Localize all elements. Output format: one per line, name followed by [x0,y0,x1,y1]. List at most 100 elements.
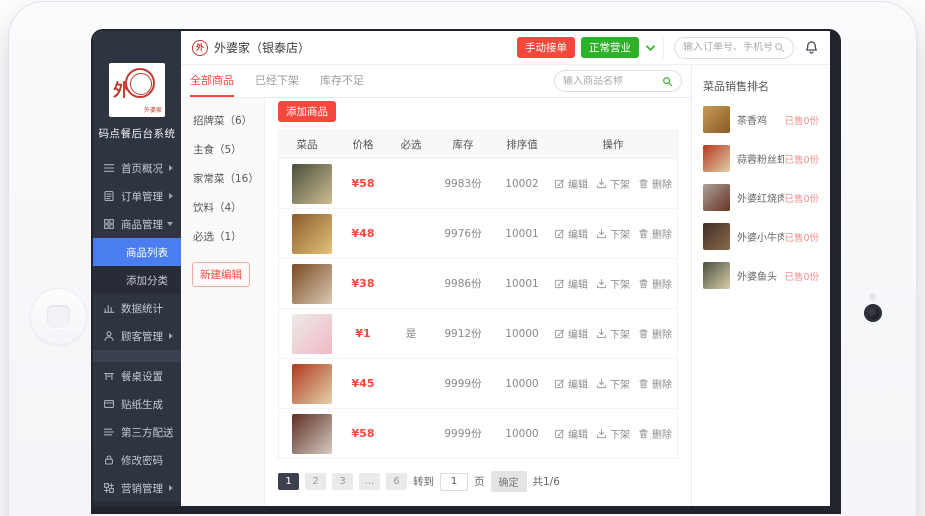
manual-order-button[interactable]: 手动接单 [517,37,575,58]
off-shelf-button[interactable]: 下架 [596,176,630,191]
sidebar-item-stickers[interactable]: 贴纸生成 [93,390,181,418]
row-actions: 编辑下架 删除 [549,326,677,341]
tab-1[interactable]: 已经下架 [255,65,299,97]
ranking-dish-name: 外婆鱼头 [737,268,784,283]
category-item[interactable]: 饮料（4） [181,194,264,223]
category-item[interactable]: 招牌菜（6） [181,107,264,136]
sidebar-item-home[interactable]: 首页概况 [93,154,181,182]
ranking-item: 蒜蓉粉丝虾已售0份 [703,145,819,172]
product-table: 菜品价格必选库存排序值操作 外婆鱼头¥589983份10002编辑下架删除茶香鸡… [278,130,678,459]
off-shelf-button[interactable]: 下架 [596,226,630,241]
category-item[interactable]: 主食（5） [181,136,264,165]
off-shelf-button[interactable]: 下架 [596,326,630,341]
action-label: 下架 [610,276,630,291]
ranking-dish-name: 蒜蓉粉丝虾 [737,151,784,166]
camera-icon [866,306,880,320]
delete-button[interactable]: 删除 [638,326,672,341]
edit-button[interactable]: 编辑 [554,376,588,391]
off-shelf-button[interactable]: 下架 [596,376,630,391]
delete-icon [638,228,650,240]
store-title: 外 外婆家（银泰店） [192,39,517,56]
edit-button[interactable]: 编辑 [554,276,588,291]
sidebar-item-tables[interactable]: 餐桌设置 [93,362,181,390]
sidebar-item-label: 顾客管理 [121,329,169,344]
page-button-6[interactable]: 6 [386,473,407,490]
page-button-3[interactable]: 3 [332,473,353,490]
sidebar-item-orders[interactable]: 订单管理 [93,182,181,210]
business-status-button[interactable]: 正常营业 [581,37,639,58]
table-icon [103,370,115,382]
orders-icon [103,190,115,202]
dish-photo [292,164,332,204]
action-label: 删除 [652,226,672,241]
dish-photo [292,414,332,454]
row-actions: 编辑下架删除 [549,176,677,191]
tab-0[interactable]: 全部商品 [190,65,234,97]
action-label: 编辑 [568,226,588,241]
store-name: 外婆家（银泰店） [214,39,310,56]
sidebar-item-delivery[interactable]: 第三方配送 [93,418,181,446]
edit-button[interactable]: 编辑 [554,226,588,241]
page-button-2[interactable]: 2 [305,473,326,490]
sidebar-item-goods-list[interactable]: 商品列表 [93,238,181,266]
dish-photo [292,264,332,304]
dish-stock: 9999份 [431,426,495,441]
middle-panel: 全部商品已经下架库存不足 招牌菜（6）主食（5）家常菜 [181,65,691,506]
sidebar-item-customers[interactable]: 顾客管理 [93,322,181,350]
ranking-list: 茶香鸡已售0份蒜蓉粉丝虾已售0份外婆红烧肉已售0份外婆小牛肉已售0份外婆鱼头已售… [703,106,819,289]
delete-button[interactable]: 删除 [638,376,672,391]
sidebar-item-goods[interactable]: 商品管理 [93,210,181,238]
sidebar-item-marketing[interactable]: 营销管理 [93,474,181,502]
table-row: 外婆红烧肉¥589999份10000编辑下架删除 [279,408,677,458]
app-window: 外 外婆家 码点餐后台系统 首页概况订单管理商品管理商品列表添加分类数据统计顾客… [93,31,830,506]
order-search-input[interactable] [683,42,774,53]
edit-button[interactable]: 编辑 [554,176,588,191]
search-icon[interactable] [774,38,785,57]
sidebar-menu: 首页概况订单管理商品管理商品列表添加分类数据统计顾客管理餐桌设置贴纸生成第三方配… [93,154,181,506]
sidebar-item-add-category[interactable]: 添加分类 [93,266,181,294]
bell-icon[interactable] [804,40,819,55]
product-search-icon[interactable] [662,72,673,91]
dish-stock: 9912份 [431,326,495,341]
category-item[interactable]: 必选（1） [181,223,264,252]
delete-button[interactable]: 删除 [638,276,672,291]
ranking-title: 菜品销售排名 [703,78,819,94]
category-item[interactable]: 家常菜（16） [181,165,264,194]
delete-button[interactable]: 删除 [638,226,672,241]
action-label: 删除 [652,326,672,341]
order-search [674,37,794,59]
sidebar-item-password[interactable]: 修改密码 [93,446,181,474]
goto-page-input[interactable] [440,473,468,491]
add-product-button[interactable]: 添加商品 [278,101,336,122]
edit-button[interactable]: 编辑 [554,326,588,341]
dish-sort-value: 10001 [495,228,549,240]
ranking-item: 外婆鱼头已售0份 [703,262,819,289]
chevron-down-icon[interactable] [645,44,656,52]
row-actions: 编辑下架删除 [549,376,677,391]
confirm-button[interactable]: 确定 [491,471,527,492]
ranking-sold-badge: 已售0份 [784,230,819,244]
home-button[interactable] [30,288,87,345]
tab-2[interactable]: 库存不足 [320,65,364,97]
offshelf-icon [596,178,608,190]
delete-button[interactable]: 删除 [638,176,672,191]
delete-button[interactable]: 删除 [638,426,672,441]
product-search-input[interactable] [563,76,662,87]
dish-price: ¥45 [335,377,391,390]
table-header-row: 菜品价格必选库存排序值操作 [279,131,677,158]
sidebar-item-stats[interactable]: 数据统计 [93,294,181,322]
off-shelf-button[interactable]: 下架 [596,276,630,291]
tabs-list: 全部商品已经下架库存不足 [190,65,385,97]
customer-icon [103,330,115,342]
new-edit-button[interactable]: 新建编辑 [192,262,250,287]
delete-icon [638,278,650,290]
off-shelf-button[interactable]: 下架 [596,426,630,441]
page-button-1[interactable]: 1 [278,473,299,490]
sidebar-item-label: 第三方配送 [121,425,174,440]
tabs-spacer [385,65,554,97]
edit-button[interactable]: 编辑 [554,426,588,441]
page-ellipsis-button[interactable]: ... [359,473,380,490]
edit-icon [554,428,566,440]
chevron-right-icon [169,333,173,339]
sidebar-item-label: 数据统计 [121,301,173,316]
